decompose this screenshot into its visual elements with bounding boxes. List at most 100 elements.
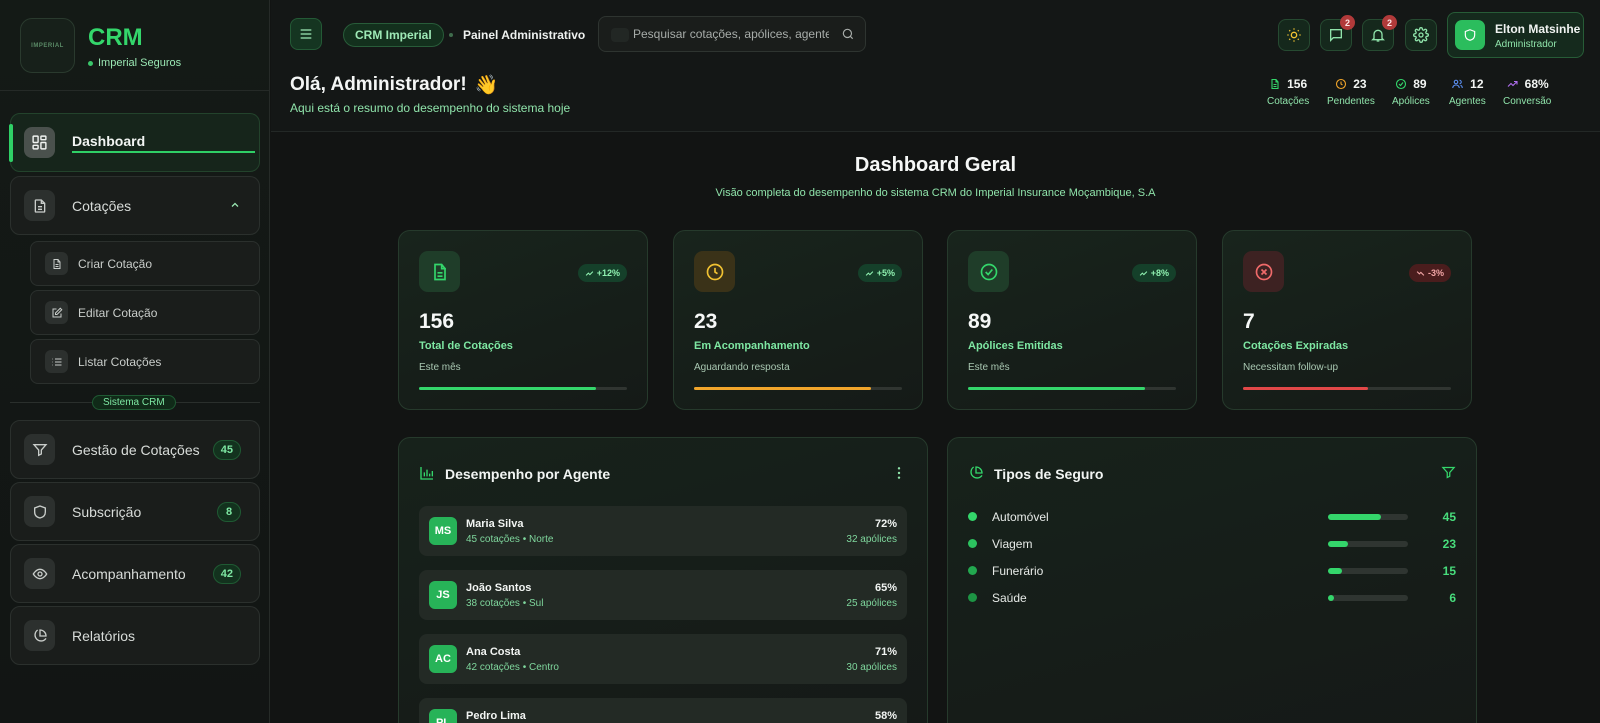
count-badge: 42 xyxy=(212,564,241,584)
agent-meta: 45 cotações • Norte xyxy=(466,534,554,545)
settings-button[interactable] xyxy=(1405,19,1437,51)
kpi-subtitle: Aguardando resposta xyxy=(694,362,790,373)
menu-button[interactable] xyxy=(290,18,322,50)
check-circle-icon xyxy=(968,251,1009,292)
insurance-type-row[interactable]: Automóvel 45 xyxy=(968,508,1456,526)
sun-icon xyxy=(1287,28,1301,42)
notifications-button[interactable]: 2 xyxy=(1362,15,1397,51)
list-icon xyxy=(45,350,68,373)
type-count: 23 xyxy=(1442,537,1456,551)
sidebar-item-gestao-cotacoes[interactable]: Gestão de Cotações 45 xyxy=(10,420,260,479)
greeting: Olá, Administrador! 👋 xyxy=(290,73,498,97)
brand-subtitle-text: Imperial Seguros xyxy=(98,57,182,69)
sub-item-label: Criar Cotação xyxy=(78,256,153,271)
notifications-badge: 2 xyxy=(1382,15,1397,30)
edit-icon xyxy=(45,301,68,324)
kpi-progress xyxy=(1243,387,1451,390)
pie-chart-icon xyxy=(968,465,984,481)
panel-title: Tipos de Seguro xyxy=(994,466,1104,482)
search-input[interactable]: Pesquisar cotações, apólices, agentes... xyxy=(598,16,866,52)
kpi-subtitle: Necessitam follow-up xyxy=(1243,362,1339,373)
kpi-card-apolices[interactable]: +8% 89 Apólices Emitidas Este mês xyxy=(947,230,1197,410)
sub-item-criar-cotacao[interactable]: Criar Cotação xyxy=(30,241,260,286)
kpi-subtitle: Este mês xyxy=(419,362,461,373)
brand-logo[interactable]: IMPERIAL xyxy=(20,18,75,73)
dashboard-icon xyxy=(24,127,55,158)
filter-icon xyxy=(24,434,55,465)
breadcrumb-separator xyxy=(449,33,453,37)
sidebar-item-dashboard[interactable]: Dashboard xyxy=(9,113,260,172)
agent-name: Ana Costa xyxy=(466,646,521,658)
sidebar-item-subscricao[interactable]: Subscrição 8 xyxy=(10,482,260,541)
kpi-value: 23 xyxy=(694,310,718,333)
brand: IMPERIAL CRM Imperial Seguros xyxy=(0,0,269,91)
agent-row[interactable]: JS João Santos 38 cotações • Sul 65% 25 … xyxy=(419,570,907,620)
sub-item-editar-cotacao[interactable]: Editar Cotação xyxy=(30,290,260,335)
gear-icon xyxy=(1413,27,1429,43)
type-dot xyxy=(968,512,977,521)
kpi-card-total-cotacoes[interactable]: +12% 156 Total de Cotações Este mês xyxy=(398,230,648,410)
kpi-label: Cotações Expiradas xyxy=(1243,340,1349,352)
sub-item-listar-cotacoes[interactable]: Listar Cotações xyxy=(30,339,260,384)
mini-stat-label: Apólices xyxy=(1392,96,1430,107)
type-bar xyxy=(1328,595,1408,601)
sidebar-item-label: Dashboard xyxy=(72,133,255,153)
mini-stat-cotacoes: 156 Cotações xyxy=(1267,77,1309,107)
kpi-card-acompanhamento[interactable]: +5% 23 Em Acompanhamento Aguardando resp… xyxy=(673,230,923,410)
type-name: Saúde xyxy=(992,591,1027,605)
kpi-label: Apólices Emitidas xyxy=(968,340,1063,352)
avatar: AC xyxy=(429,645,457,673)
search-icon[interactable] xyxy=(841,27,855,41)
theme-toggle-button[interactable] xyxy=(1278,19,1310,51)
filter-icon[interactable] xyxy=(1441,465,1456,480)
type-bar xyxy=(1328,541,1408,547)
greeting-subtitle: Aqui está o resumo do desempenho do sist… xyxy=(290,101,571,115)
agent-row[interactable]: AC Ana Costa 42 cotações • Centro 71% 30… xyxy=(419,634,907,684)
chat-icon xyxy=(1330,29,1342,42)
kpi-label: Em Acompanhamento xyxy=(694,340,810,352)
type-name: Automóvel xyxy=(992,510,1049,524)
sidebar-item-acompanhamento[interactable]: Acompanhamento 42 xyxy=(10,544,260,603)
type-bar xyxy=(1328,514,1408,520)
messages-button[interactable]: 2 xyxy=(1320,15,1355,51)
mini-stat-label: Conversão xyxy=(1503,96,1552,107)
kpi-progress-fill xyxy=(419,387,596,390)
agent-row[interactable]: PL Pedro Lima 58% xyxy=(419,698,907,723)
dashboard-title: Dashboard Geral xyxy=(854,154,1017,176)
agent-policies: 25 apólices xyxy=(846,598,897,609)
count-badge: 8 xyxy=(217,502,241,522)
mini-stat-value: 12 xyxy=(1470,77,1484,91)
user-name: Elton Matsinhe xyxy=(1495,22,1581,36)
insurance-type-row[interactable]: Funerário 15 xyxy=(968,562,1456,580)
type-name: Viagem xyxy=(992,537,1033,551)
kpi-label: Total de Cotações xyxy=(419,340,513,352)
dashboard-subtitle: Visão completa do desempenho do sistema … xyxy=(715,187,1156,199)
type-bar-fill xyxy=(1328,568,1342,574)
insurance-types-panel: Tipos de Seguro Automóvel 45 Viagem 23 F… xyxy=(947,437,1477,723)
agent-policies: 32 apólices xyxy=(846,534,897,545)
type-bar-fill xyxy=(1328,595,1334,601)
kpi-progress xyxy=(968,387,1176,390)
topbar: CRM Imperial Painel Administrativo Pesqu… xyxy=(271,0,1600,132)
kpi-progress-fill xyxy=(968,387,1145,390)
trend-down-icon xyxy=(1416,270,1425,276)
wave-emoji: 👋 xyxy=(474,75,499,96)
agent-meta: 42 cotações • Centro xyxy=(466,662,559,673)
agent-name: Maria Silva xyxy=(466,518,524,530)
kpi-card-expiradas[interactable]: -3% 7 Cotações Expiradas Necessitam foll… xyxy=(1222,230,1472,410)
page-title: Painel Administrativo xyxy=(463,28,586,42)
insurance-type-row[interactable]: Saúde 6 xyxy=(968,589,1456,607)
trend-badge: -3% xyxy=(1408,264,1451,282)
sidebar-item-relatorios[interactable]: Relatórios xyxy=(10,606,260,665)
user-menu[interactable]: Elton Matsinhe Administrador xyxy=(1447,12,1584,58)
more-options-icon[interactable] xyxy=(891,465,907,481)
eye-icon xyxy=(24,558,55,589)
trend-badge: +8% xyxy=(1131,264,1176,282)
mini-stat-conversao: 68% Conversão xyxy=(1503,77,1551,107)
crm-pill[interactable]: CRM Imperial xyxy=(343,23,444,47)
trend-up-icon xyxy=(585,270,593,276)
insurance-type-row[interactable]: Viagem 23 xyxy=(968,535,1456,553)
agent-row[interactable]: MS Maria Silva 45 cotações • Norte 72% 3… xyxy=(419,506,907,556)
sidebar-item-cotacoes[interactable]: Cotações xyxy=(10,176,260,235)
chevron-up-icon[interactable] xyxy=(229,199,241,211)
